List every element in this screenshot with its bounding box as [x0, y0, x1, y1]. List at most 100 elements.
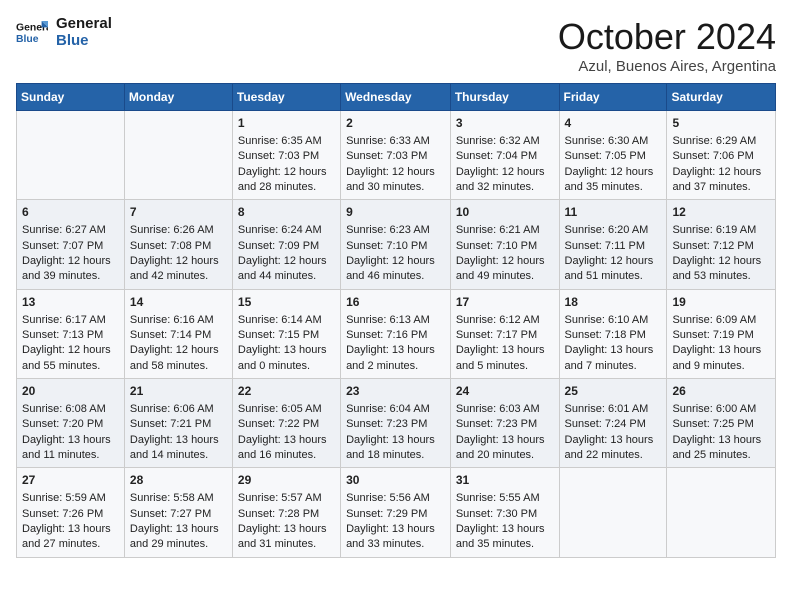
sunset-text: Sunset: 7:16 PM [346, 328, 445, 343]
calendar-cell [559, 468, 667, 557]
sunrise-text: Sunrise: 6:08 AM [22, 402, 119, 417]
daylight-text: Daylight: 13 hours and 9 minutes. [672, 343, 770, 374]
calendar-cell: 3Sunrise: 6:32 AMSunset: 7:04 PMDaylight… [450, 111, 559, 200]
calendar-cell [124, 111, 232, 200]
day-number: 8 [238, 204, 335, 221]
day-number: 30 [346, 472, 445, 489]
weekday-header-tuesday: Tuesday [232, 84, 340, 111]
daylight-text: Daylight: 13 hours and 5 minutes. [456, 343, 554, 374]
daylight-text: Daylight: 12 hours and 51 minutes. [565, 254, 662, 285]
day-number: 1 [238, 115, 335, 132]
day-number: 15 [238, 294, 335, 311]
daylight-text: Daylight: 13 hours and 16 minutes. [238, 433, 335, 464]
daylight-text: Daylight: 12 hours and 53 minutes. [672, 254, 770, 285]
sunset-text: Sunset: 7:12 PM [672, 239, 770, 254]
sunrise-text: Sunrise: 6:26 AM [130, 223, 227, 238]
day-number: 14 [130, 294, 227, 311]
calendar-cell: 9Sunrise: 6:23 AMSunset: 7:10 PMDaylight… [341, 200, 451, 289]
calendar-week-row: 13Sunrise: 6:17 AMSunset: 7:13 PMDayligh… [17, 289, 776, 378]
sunset-text: Sunset: 7:11 PM [565, 239, 662, 254]
sunset-text: Sunset: 7:05 PM [565, 149, 662, 164]
daylight-text: Daylight: 12 hours and 44 minutes. [238, 254, 335, 285]
sunset-text: Sunset: 7:10 PM [346, 239, 445, 254]
day-number: 21 [130, 383, 227, 400]
day-number: 28 [130, 472, 227, 489]
sunrise-text: Sunrise: 6:30 AM [565, 134, 662, 149]
location-title: Azul, Buenos Aires, Argentina [558, 58, 776, 75]
day-number: 19 [672, 294, 770, 311]
calendar-cell: 5Sunrise: 6:29 AMSunset: 7:06 PMDaylight… [667, 111, 776, 200]
calendar-cell: 17Sunrise: 6:12 AMSunset: 7:17 PMDayligh… [450, 289, 559, 378]
day-number: 10 [456, 204, 554, 221]
sunset-text: Sunset: 7:15 PM [238, 328, 335, 343]
page-header: General Blue General Blue October 2024 A… [16, 16, 776, 75]
logo-line1: General [56, 16, 112, 33]
calendar-week-row: 20Sunrise: 6:08 AMSunset: 7:20 PMDayligh… [17, 379, 776, 468]
sunrise-text: Sunrise: 6:35 AM [238, 134, 335, 149]
sunset-text: Sunset: 7:09 PM [238, 239, 335, 254]
sunrise-text: Sunrise: 6:04 AM [346, 402, 445, 417]
sunset-text: Sunset: 7:27 PM [130, 507, 227, 522]
day-number: 6 [22, 204, 119, 221]
day-number: 12 [672, 204, 770, 221]
sunset-text: Sunset: 7:07 PM [22, 239, 119, 254]
sunrise-text: Sunrise: 6:01 AM [565, 402, 662, 417]
svg-text:Blue: Blue [16, 33, 39, 44]
calendar-body: 1 Sunrise: 6:35 AMSunset: 7:03 PM Daylight… [17, 111, 776, 558]
day-number: 29 [238, 472, 335, 489]
day-number: 23 [346, 383, 445, 400]
daylight-text: Daylight: 13 hours and 25 minutes. [672, 433, 770, 464]
sunrise-text: Sunrise: 6:10 AM [565, 313, 662, 328]
day-number: 7 [130, 204, 227, 221]
sunset-text: Sunset: 7:03 PM [238, 149, 335, 164]
day-number: 27 [22, 472, 119, 489]
daylight-text: Daylight: 13 hours and 14 minutes. [130, 433, 227, 464]
calendar-cell: 31Sunrise: 5:55 AMSunset: 7:30 PMDayligh… [450, 468, 559, 557]
title-area: October 2024 Azul, Buenos Aires, Argenti… [558, 16, 776, 75]
weekday-header-friday: Friday [559, 84, 667, 111]
day-number: 25 [565, 383, 662, 400]
sunrise-text: Sunrise: 6:23 AM [346, 223, 445, 238]
day-number: 11 [565, 204, 662, 221]
logo: General Blue General Blue [16, 16, 112, 49]
calendar-cell: 23 Sunrise: 6:04 AMSunset: 7:23 PMDayligh… [341, 379, 451, 468]
daylight-text: Daylight: 12 hours and 37 minutes. [672, 165, 770, 196]
sunset-text: Sunset: 7:24 PM [565, 417, 662, 432]
daylight-text: Daylight: 13 hours and 2 minutes. [346, 343, 445, 374]
sunrise-text: Sunrise: 6:33 AM [346, 134, 445, 149]
sunset-text: Sunset: 7:13 PM [22, 328, 119, 343]
sunset-text: Sunset: 7:23 PM [346, 417, 445, 432]
calendar-cell: 12Sunrise: 6:19 AMSunset: 7:12 PMDayligh… [667, 200, 776, 289]
calendar-cell: 22Sunrise: 6:05 AMSunset: 7:22 PMDayligh… [232, 379, 340, 468]
daylight-text: Daylight: 13 hours and 33 minutes. [346, 522, 445, 553]
sunset-text: Sunset: 7:20 PM [22, 417, 119, 432]
weekday-header-monday: Monday [124, 84, 232, 111]
calendar-cell: 10Sunrise: 6:21 AMSunset: 7:10 PMDayligh… [450, 200, 559, 289]
daylight-text: Daylight: 12 hours and 35 minutes. [565, 165, 662, 196]
sunrise-text: Sunrise: 5:56 AM [346, 491, 445, 506]
daylight-text: Daylight: 12 hours and 46 minutes. [346, 254, 445, 285]
daylight-text: Daylight: 13 hours and 20 minutes. [456, 433, 554, 464]
calendar-cell [667, 468, 776, 557]
sunset-text: Sunset: 7:10 PM [456, 239, 554, 254]
calendar-cell: 1Sunrise: 6:35 AMSunset: 7:03 PMDaylight… [232, 111, 340, 200]
calendar-cell: 30Sunrise: 5:56 AMSunset: 7:29 PMDayligh… [341, 468, 451, 557]
daylight-text: Daylight: 12 hours and 39 minutes. [22, 254, 119, 285]
calendar-cell: 19Sunrise: 6:09 AMSunset: 7:19 PMDayligh… [667, 289, 776, 378]
calendar-week-row: 6Sunrise: 6:27 AMSunset: 7:07 PMDaylight… [17, 200, 776, 289]
day-number: 16 [346, 294, 445, 311]
sunrise-text: Sunrise: 6:05 AM [238, 402, 335, 417]
calendar-cell: 13Sunrise: 6:17 AMSunset: 7:13 PMDayligh… [17, 289, 125, 378]
calendar-cell: 25Sunrise: 6:01 AMSunset: 7:24 PMDayligh… [559, 379, 667, 468]
sunrise-text: Sunrise: 6:29 AM [672, 134, 770, 149]
sunrise-text: Sunrise: 6:00 AM [672, 402, 770, 417]
day-number: 22 [238, 383, 335, 400]
daylight-text: Daylight: 13 hours and 18 minutes. [346, 433, 445, 464]
calendar-cell: 7Sunrise: 6:26 AMSunset: 7:08 PMDaylight… [124, 200, 232, 289]
daylight-text: Daylight: 13 hours and 7 minutes. [565, 343, 662, 374]
day-number: 18 [565, 294, 662, 311]
daylight-text: Daylight: 12 hours and 30 minutes. [346, 165, 445, 196]
daylight-text: Daylight: 13 hours and 11 minutes. [22, 433, 119, 464]
day-number: 31 [456, 472, 554, 489]
calendar-cell: 21Sunrise: 6:06 AMSunset: 7:21 PMDayligh… [124, 379, 232, 468]
